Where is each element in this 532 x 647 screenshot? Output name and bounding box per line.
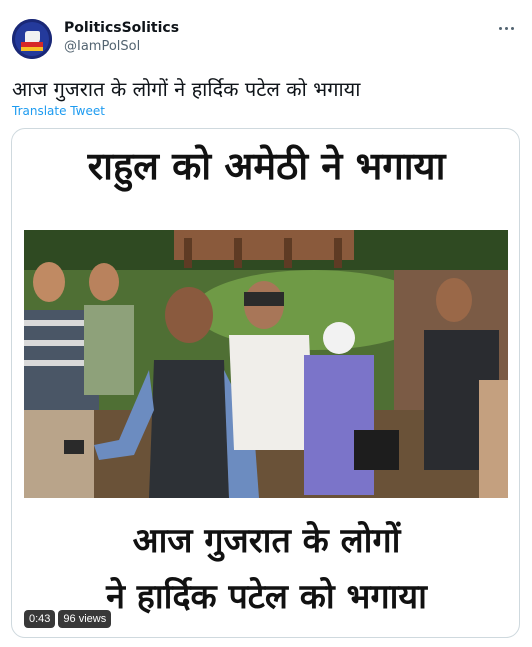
video-duration: 0:43: [24, 610, 56, 628]
user-handle[interactable]: @IamPolSol: [64, 39, 140, 54]
video-badges: 0:43 96 views: [24, 610, 112, 628]
video-frame[interactable]: [24, 230, 508, 498]
video-scene: [24, 230, 508, 498]
video-media[interactable]: राहुल को अमेठी ने भगाया आज गुजरात के लोग…: [11, 128, 520, 638]
video-caption-top: राहुल को अमेठी ने भगाया: [87, 144, 446, 188]
translate-tweet-link[interactable]: Translate Tweet: [12, 104, 105, 118]
tweet-header: PoliticsSolitics @IamPolSol: [0, 0, 532, 70]
more-options-icon[interactable]: [494, 18, 518, 38]
politics-solitics-logo: [12, 19, 52, 59]
display-name[interactable]: PoliticsSolitics: [64, 20, 179, 36]
avatar[interactable]: [12, 19, 52, 59]
tweet-text: आज गुजरात के लोगों ने हार्दिक पटेल को भग…: [12, 77, 361, 101]
video-caption-bottom-line1: आज गुजरात के लोगों: [132, 521, 401, 561]
video-view-count: 96 views: [58, 610, 112, 628]
